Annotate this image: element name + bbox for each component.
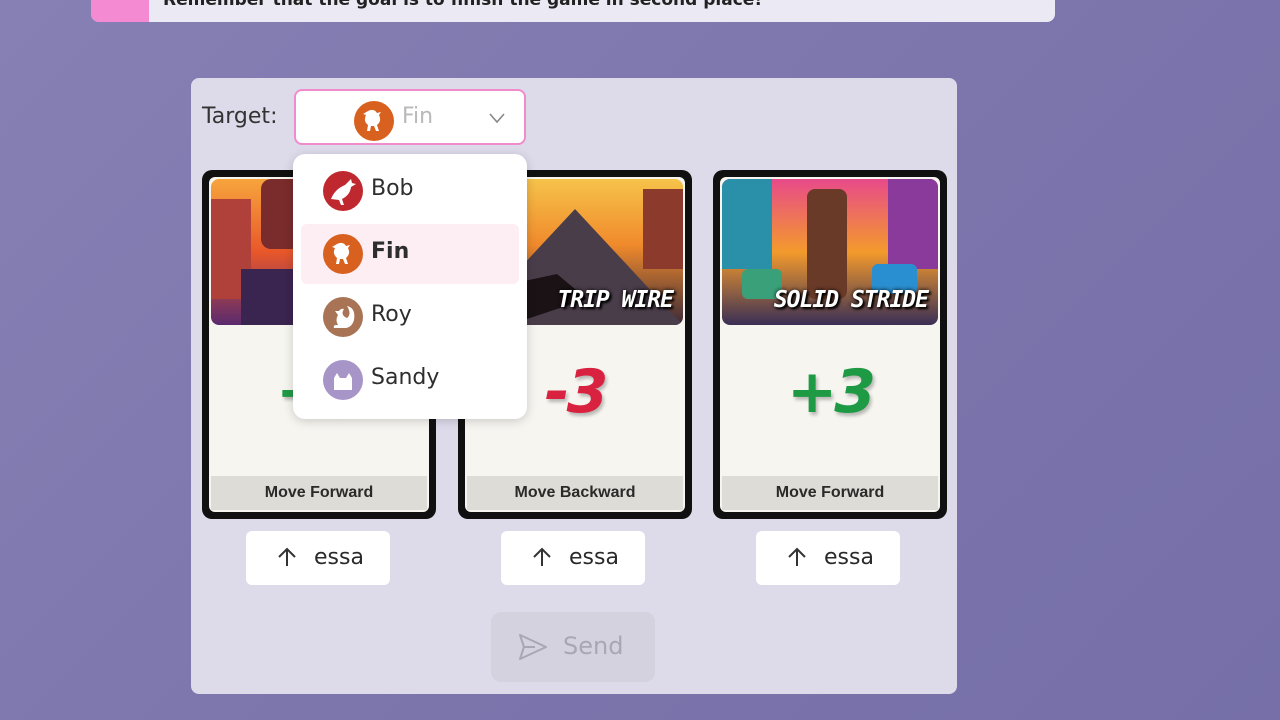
chick-icon — [354, 101, 394, 141]
target-select-value: Fin — [402, 104, 434, 129]
card-footer: Move Forward — [211, 476, 427, 510]
send-icon — [517, 632, 549, 666]
card-title: TRIP WIRE — [557, 287, 674, 313]
essa-button[interactable]: essa — [246, 531, 390, 585]
chevron-down-icon — [487, 108, 507, 132]
chick-icon — [323, 234, 363, 274]
card-footer: Move Backward — [467, 476, 683, 510]
arrow-up-icon — [276, 545, 298, 573]
cat-icon — [323, 360, 363, 400]
card-solid-stride[interactable]: SOLID STRIDE +3 Move Forward — [713, 170, 947, 519]
option-bob[interactable]: Bob — [301, 161, 519, 221]
send-button[interactable]: Send — [491, 612, 655, 682]
squirrel-icon — [323, 297, 363, 337]
instruction-banner: Remember that the goal is to finish the … — [91, 0, 1055, 22]
card-footer: Move Forward — [722, 476, 938, 510]
arrow-up-icon — [786, 545, 808, 573]
essa-button[interactable]: essa — [501, 531, 645, 585]
card-value: +3 — [786, 357, 876, 427]
option-roy[interactable]: Roy — [301, 287, 519, 347]
send-button-label: Send — [563, 632, 624, 660]
option-label: Sandy — [371, 365, 440, 390]
arrow-up-icon — [531, 545, 553, 573]
essa-button[interactable]: essa — [756, 531, 900, 585]
banner-message: Remember that the goal is to finish the … — [163, 0, 763, 10]
option-label: Fin — [371, 239, 410, 264]
option-label: Roy — [371, 302, 412, 327]
essa-button-label: essa — [569, 545, 619, 570]
option-fin[interactable]: Fin — [301, 224, 519, 284]
option-label: Bob — [371, 176, 414, 201]
banner-accent — [91, 0, 149, 22]
bird-icon — [323, 171, 363, 211]
option-sandy[interactable]: Sandy — [301, 350, 519, 410]
card-title: SOLID STRIDE — [773, 287, 929, 313]
target-select[interactable]: Fin — [294, 89, 526, 145]
essa-button-label: essa — [314, 545, 364, 570]
target-label: Target: — [202, 104, 278, 129]
essa-button-label: essa — [824, 545, 874, 570]
target-dropdown: Bob Fin Roy Sandy — [293, 154, 527, 419]
